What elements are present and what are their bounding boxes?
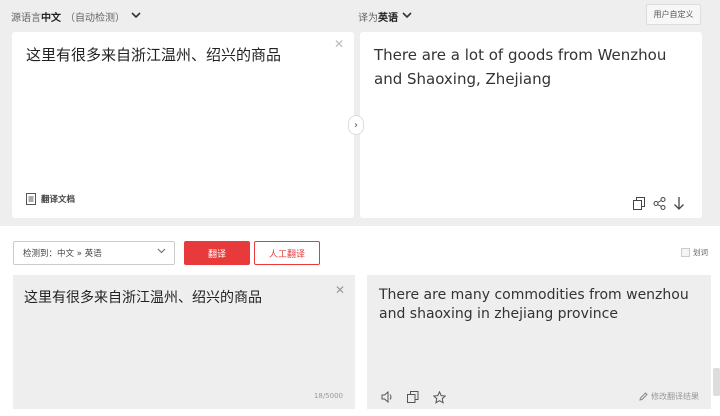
translate-document-link[interactable]: 翻译文档: [26, 193, 75, 205]
pencil-icon: [639, 392, 648, 401]
translate-button[interactable]: 翻译: [184, 241, 250, 265]
copy-icon[interactable]: [406, 390, 420, 404]
top-target-panel: There are a lot of goods from Wenzhou an…: [360, 32, 702, 218]
chevron-down-icon: [157, 247, 166, 257]
source-language-value: 中文: [41, 13, 61, 24]
language-detect-select[interactable]: 检测到：中文 » 英语: [13, 241, 175, 265]
chevron-down-icon: [402, 11, 412, 22]
human-translate-button[interactable]: 人工翻译: [254, 241, 320, 265]
character-count: 18/5000: [313, 392, 343, 400]
top-source-input[interactable]: 这里有很多来自浙江温州、绍兴的商品: [26, 44, 281, 65]
bottom-output-actions: [380, 390, 446, 404]
source-language-prefix: 源语言: [11, 13, 41, 24]
copy-icon[interactable]: [632, 196, 646, 210]
language-detect-label: 检测到：中文 » 英语: [23, 249, 102, 259]
top-output-actions: [632, 196, 686, 210]
target-language-prefix: 译为: [358, 13, 378, 24]
scrollbar-thumb[interactable]: [713, 368, 720, 396]
download-icon[interactable]: [672, 196, 686, 210]
translate-document-label: 翻译文档: [41, 195, 76, 205]
source-language-selector[interactable]: 源语言 中文 （自动检测）: [11, 9, 141, 24]
edit-translation-link[interactable]: 修改翻译结果: [639, 391, 699, 402]
target-language-selector[interactable]: 译为 英语: [358, 9, 412, 24]
user-dictionary-button[interactable]: 用户自定义: [646, 4, 701, 25]
edit-translation-label: 修改翻译结果: [651, 392, 699, 401]
bottom-source-input[interactable]: 这里有很多来自浙江温州、绍兴的商品: [24, 287, 262, 307]
bottom-source-panel: 这里有很多来自浙江温州、绍兴的商品 ✕ 18/5000: [13, 275, 355, 409]
word-select-label: 划词: [693, 248, 708, 257]
top-source-panel: 这里有很多来自浙江温州、绍兴的商品 ✕ 翻译文档: [12, 32, 354, 218]
bottom-translation-output: There are many commodities from wenzhou …: [379, 287, 689, 322]
speaker-icon[interactable]: [380, 390, 394, 404]
document-icon: [26, 193, 36, 205]
swap-arrow-icon[interactable]: ›: [348, 115, 364, 135]
source-language-note: （自动检测）: [65, 13, 125, 24]
top-language-bar: 源语言 中文 （自动检测） 译为 英语 用户自定义: [0, 0, 720, 32]
close-icon[interactable]: ✕: [335, 283, 345, 297]
word-select-checkbox[interactable]: [681, 248, 690, 257]
word-select-toggle[interactable]: 划词: [681, 247, 708, 258]
share-icon[interactable]: [652, 196, 666, 210]
chevron-down-icon: [131, 11, 141, 22]
bottom-target-panel: There are many commodities from wenzhou …: [367, 275, 711, 409]
target-language-value: 英语: [378, 13, 398, 24]
top-translation-output: There are a lot of goods from Wenzhou an…: [374, 46, 667, 88]
star-icon[interactable]: [432, 390, 446, 404]
close-icon[interactable]: ✕: [334, 37, 344, 51]
